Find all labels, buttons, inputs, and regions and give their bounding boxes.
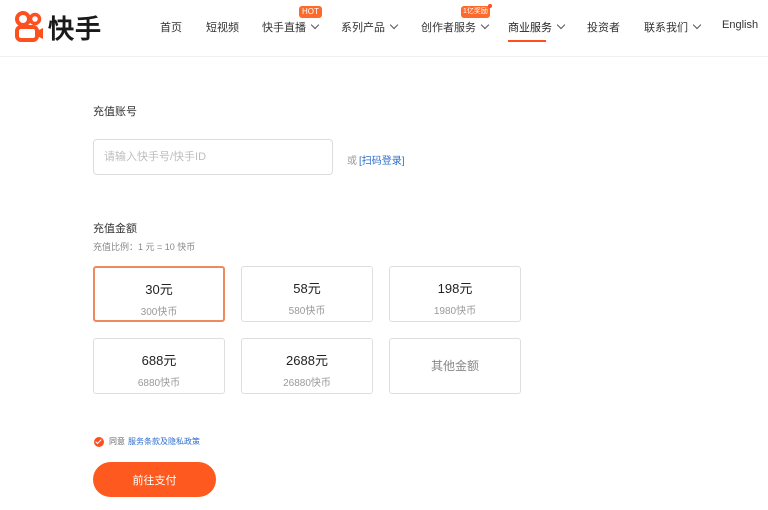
chevron-down-icon — [556, 20, 566, 30]
amount-option-58[interactable]: 58元 580快币 — [241, 266, 373, 322]
chevron-down-icon — [389, 20, 399, 30]
amount-option-other[interactable]: 其他金额 — [389, 338, 521, 394]
nav-business-label: 商业服务 — [508, 22, 552, 34]
pay-button[interactable]: 前往支付 — [93, 462, 216, 497]
main-nav: 首页 短视频 快手直播 HOT 系列产品 创作者服务 1亿奖励 商业服务 投资者… — [0, 0, 768, 56]
option-price: 58元 — [293, 281, 321, 296]
nav-english[interactable]: English — [722, 19, 758, 31]
option-price: 198元 — [437, 281, 473, 296]
nav-contact-label: 联系我们 — [644, 22, 688, 34]
option-price: 688元 — [141, 353, 177, 368]
amount-option-2688[interactable]: 2688元 26880快币 — [241, 338, 373, 394]
chevron-down-icon — [692, 20, 702, 30]
option-coins: 6880快币 — [137, 378, 181, 389]
nav-business[interactable]: 商业服务 — [508, 19, 566, 35]
agreement-row: 同意 服务条款及隐私政策 — [94, 436, 200, 447]
amount-label: 充值金额 — [93, 223, 137, 235]
agree-checkbox[interactable] — [94, 436, 104, 447]
agree-prefix: 同意 — [109, 437, 125, 446]
reward-badge: 1亿奖励 — [461, 6, 490, 18]
nav-products[interactable]: 系列产品 — [341, 19, 399, 35]
amount-option-30[interactable]: 30元 300快币 — [93, 266, 225, 322]
option-other-label: 其他金额 — [430, 359, 479, 373]
top-header: 快手 首页 短视频 快手直播 HOT 系列产品 创作者服务 1亿奖励 商业服务 … — [0, 0, 768, 57]
option-price: 30元 — [145, 282, 173, 297]
or-text: 或 — [347, 156, 357, 167]
account-input[interactable] — [93, 139, 333, 175]
scan-login-link[interactable]: [扫码登录] — [359, 152, 405, 167]
nav-home[interactable]: 首页 — [160, 19, 182, 35]
nav-creator-label: 创作者服务 — [421, 22, 476, 34]
active-nav-underline — [508, 40, 546, 42]
account-label: 充值账号 — [93, 106, 137, 118]
nav-live-label: 快手直播 — [262, 22, 306, 34]
option-coins: 580快币 — [288, 306, 326, 317]
nav-products-label: 系列产品 — [341, 22, 385, 34]
nav-short-video[interactable]: 短视频 — [206, 19, 239, 35]
option-price: 2688元 — [286, 353, 328, 368]
nav-contact[interactable]: 联系我们 — [644, 19, 702, 35]
option-coins: 300快币 — [140, 307, 178, 318]
amount-option-198[interactable]: 198元 1980快币 — [389, 266, 521, 322]
notification-dot — [488, 4, 492, 8]
terms-privacy-link[interactable]: 服务条款及隐私政策 — [128, 436, 200, 447]
exchange-ratio: 充值比例：1 元 = 10 快币 — [93, 242, 196, 252]
nav-creator-services[interactable]: 创作者服务 — [421, 19, 490, 35]
option-coins: 26880快币 — [283, 378, 331, 389]
hot-badge: HOT — [299, 6, 322, 18]
chevron-down-icon — [310, 20, 320, 30]
option-coins: 1980快币 — [433, 306, 477, 317]
chevron-down-icon — [480, 20, 490, 30]
nav-live[interactable]: 快手直播 — [262, 19, 320, 35]
nav-investors[interactable]: 投资者 — [587, 19, 620, 35]
amount-option-688[interactable]: 688元 6880快币 — [93, 338, 225, 394]
